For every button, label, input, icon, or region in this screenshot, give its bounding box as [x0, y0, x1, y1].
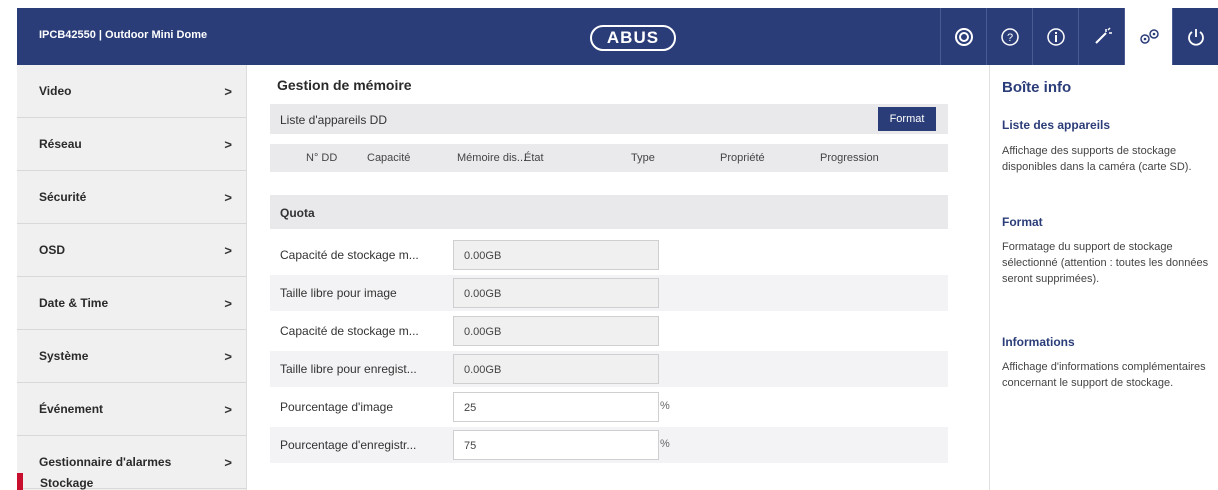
- top-header: IPCB42550 | Outdoor Mini Dome ABUS ?: [17, 8, 1218, 65]
- image-percentage-input[interactable]: 25: [453, 392, 659, 422]
- camera-live-icon[interactable]: [940, 8, 986, 65]
- chevron-right-icon: >: [224, 242, 232, 258]
- sidebar-item-osd[interactable]: OSD >: [17, 224, 246, 277]
- info-heading-informations: Informations: [1002, 335, 1075, 349]
- sidebar-item-label: Réseau: [39, 137, 82, 151]
- sidebar-item-systeme[interactable]: Système >: [17, 330, 246, 383]
- sidebar-item-securite[interactable]: Sécurité >: [17, 171, 246, 224]
- sidebar-item-label: Gestionnaire d'alarmes: [39, 455, 172, 469]
- device-list-label: Liste d'appareils DD: [280, 113, 388, 127]
- chevron-right-icon: >: [224, 348, 232, 364]
- device-list-bar: Liste d'appareils DD Format: [270, 104, 948, 134]
- chevron-right-icon: >: [224, 83, 232, 99]
- field-row-record-percentage: Pourcentage d'enregistr... 75 %: [270, 427, 948, 463]
- field-label: Pourcentage d'enregistr...: [280, 438, 417, 452]
- field-row-storage-capacity-image: Capacité de stockage m... 0.00GB: [270, 237, 948, 273]
- power-icon[interactable]: [1172, 8, 1218, 65]
- col-header-status[interactable]: État: [524, 152, 544, 164]
- sidebar-item-label: Événement: [39, 402, 104, 416]
- chevron-right-icon: >: [224, 136, 232, 152]
- field-row-image-percentage: Pourcentage d'image 25 %: [270, 389, 948, 425]
- sidebar-item-video[interactable]: Video >: [17, 65, 246, 118]
- sidebar-item-evenement[interactable]: Événement >: [17, 383, 246, 436]
- info-icon[interactable]: [1032, 8, 1078, 65]
- sidebar-item-reseau[interactable]: Réseau >: [17, 118, 246, 171]
- info-heading-format: Format: [1002, 215, 1043, 229]
- info-text-device-list: Affichage des supports de stockage dispo…: [1002, 145, 1192, 173]
- info-panel: Boîte info Liste des appareils Affichage…: [989, 65, 1218, 490]
- field-label: Taille libre pour enregist...: [280, 362, 417, 376]
- sidebar-item-label: OSD: [39, 243, 66, 257]
- percent-unit: %: [660, 438, 670, 450]
- col-header-property[interactable]: Propriété: [720, 152, 765, 164]
- field-row-storage-capacity-record: Capacité de stockage m... 0.00GB: [270, 313, 948, 349]
- sidebar-item-stockage[interactable]: Stockage: [40, 476, 93, 490]
- format-button[interactable]: Format: [878, 107, 936, 131]
- info-text-informations: Affichage d'informations complémentaires…: [1002, 361, 1206, 389]
- info-text-format: Formatage du support de stockage sélecti…: [1002, 241, 1209, 285]
- field-row-free-size-record: Taille libre pour enregist... 0.00GB: [270, 351, 948, 387]
- storage-capacity-image-field: 0.00GB: [453, 240, 659, 270]
- table-header-row: N° DD Capacité Mémoire dis... État Type …: [270, 144, 948, 172]
- chevron-right-icon: >: [224, 189, 232, 205]
- sidebar-item-label: Video: [39, 84, 72, 98]
- page-title: Gestion de mémoire: [277, 77, 412, 93]
- sidebar-item-date-time[interactable]: Date & Time >: [17, 277, 246, 330]
- info-title: Boîte info: [1002, 79, 1072, 96]
- svg-text:?: ?: [1006, 32, 1012, 44]
- magic-wand-icon[interactable]: [1078, 8, 1124, 65]
- info-heading-device-list: Liste des appareils: [1002, 118, 1111, 132]
- field-label: Capacité de stockage m...: [280, 248, 419, 262]
- chevron-right-icon: >: [224, 454, 232, 470]
- sidebar-active-indicator: [17, 473, 23, 490]
- field-label: Capacité de stockage m...: [280, 324, 419, 338]
- quota-label: Quota: [280, 206, 315, 220]
- col-header-type[interactable]: Type: [631, 152, 655, 164]
- chevron-right-icon: >: [224, 401, 232, 417]
- header-toolbar: ?: [940, 8, 1218, 65]
- record-percentage-input[interactable]: 75: [453, 430, 659, 460]
- sidebar-item-label: Sécurité: [39, 190, 87, 204]
- device-title: IPCB42550 | Outdoor Mini Dome: [39, 29, 208, 41]
- sidebar-item-label: Date & Time: [39, 296, 109, 310]
- free-size-record-field: 0.00GB: [453, 354, 659, 384]
- col-header-hdd-no[interactable]: N° DD: [306, 152, 337, 164]
- col-header-progress[interactable]: Progression: [820, 152, 879, 164]
- sidebar-item-label: Système: [39, 349, 89, 363]
- field-label: Taille libre pour image: [280, 286, 397, 300]
- percent-unit: %: [660, 400, 670, 412]
- brand-logo: ABUS: [590, 25, 676, 51]
- col-header-free-memory[interactable]: Mémoire dis...: [457, 152, 526, 164]
- storage-capacity-record-field: 0.00GB: [453, 316, 659, 346]
- field-label: Pourcentage d'image: [280, 400, 394, 414]
- quota-bar: Quota: [270, 195, 948, 229]
- col-header-capacity[interactable]: Capacité: [367, 152, 410, 164]
- help-icon[interactable]: ?: [986, 8, 1032, 65]
- sidebar-nav: Video > Réseau > Sécurité > OSD > Date & Tim…: [17, 65, 247, 490]
- chevron-right-icon: >: [224, 295, 232, 311]
- field-row-free-size-image: Taille libre pour image 0.00GB: [270, 275, 948, 311]
- settings-gears-icon[interactable]: [1124, 8, 1172, 65]
- free-size-image-field: 0.00GB: [453, 278, 659, 308]
